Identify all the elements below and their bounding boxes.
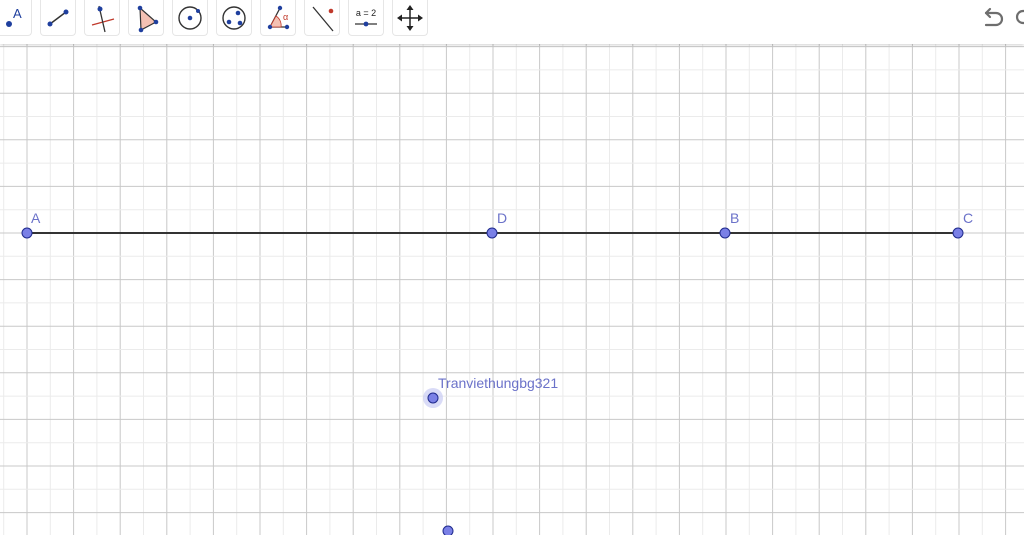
- tool-slider[interactable]: a = 2: [348, 0, 384, 36]
- tool-polygon[interactable]: [128, 0, 164, 36]
- point-c[interactable]: C: [952, 210, 973, 239]
- graphics-view[interactable]: A D B C Tranviethungbg321: [0, 44, 1024, 535]
- angle-icon-glyph: α: [283, 12, 288, 22]
- tool-reflect[interactable]: [304, 0, 340, 36]
- slider-icon-glyph: a = 2: [356, 8, 376, 18]
- point-icon: A: [6, 6, 22, 27]
- undo-icon: [984, 7, 1004, 27]
- slider-icon: a = 2: [355, 8, 377, 26]
- grid: [0, 44, 1024, 535]
- point-tranviethungbg321[interactable]: Tranviethungbg321: [423, 375, 558, 408]
- point-d-label: D: [497, 210, 507, 226]
- circle-center-point-icon: [178, 5, 202, 30]
- point-b-label: B: [730, 210, 739, 226]
- redo-icon: [1015, 9, 1024, 25]
- point-icon-glyph: A: [13, 6, 22, 21]
- tool-angle[interactable]: α: [260, 0, 296, 36]
- angle-icon: α: [267, 5, 290, 29]
- move-icon: [397, 4, 423, 31]
- point-a-label: A: [31, 210, 41, 226]
- segment-icon: [47, 9, 69, 26]
- undo-button[interactable]: [974, 2, 1010, 36]
- tool-perpendicular-line[interactable]: [84, 0, 120, 36]
- perpendicular-line-icon: [91, 5, 115, 32]
- circle-three-points-icon: [222, 5, 246, 30]
- toolbar: A α a = 2: [0, 0, 1024, 44]
- point-c-label: C: [963, 210, 973, 226]
- point-unlabeled[interactable]: [442, 525, 454, 535]
- tool-circle-three-points[interactable]: [216, 0, 252, 36]
- tool-move-graphics-view[interactable]: [392, 0, 428, 36]
- geogebra-app: A α a = 2 A D B C Tranviethungbg321: [0, 0, 1024, 535]
- redo-button[interactable]: [1012, 2, 1024, 36]
- tool-segment[interactable]: [40, 0, 76, 36]
- polygon-icon: [137, 5, 159, 32]
- tool-circle-center-point[interactable]: [172, 0, 208, 36]
- reflect-icon: [312, 6, 334, 31]
- tool-point[interactable]: A: [0, 0, 32, 36]
- point-tranviethungbg321-label: Tranviethungbg321: [438, 375, 558, 391]
